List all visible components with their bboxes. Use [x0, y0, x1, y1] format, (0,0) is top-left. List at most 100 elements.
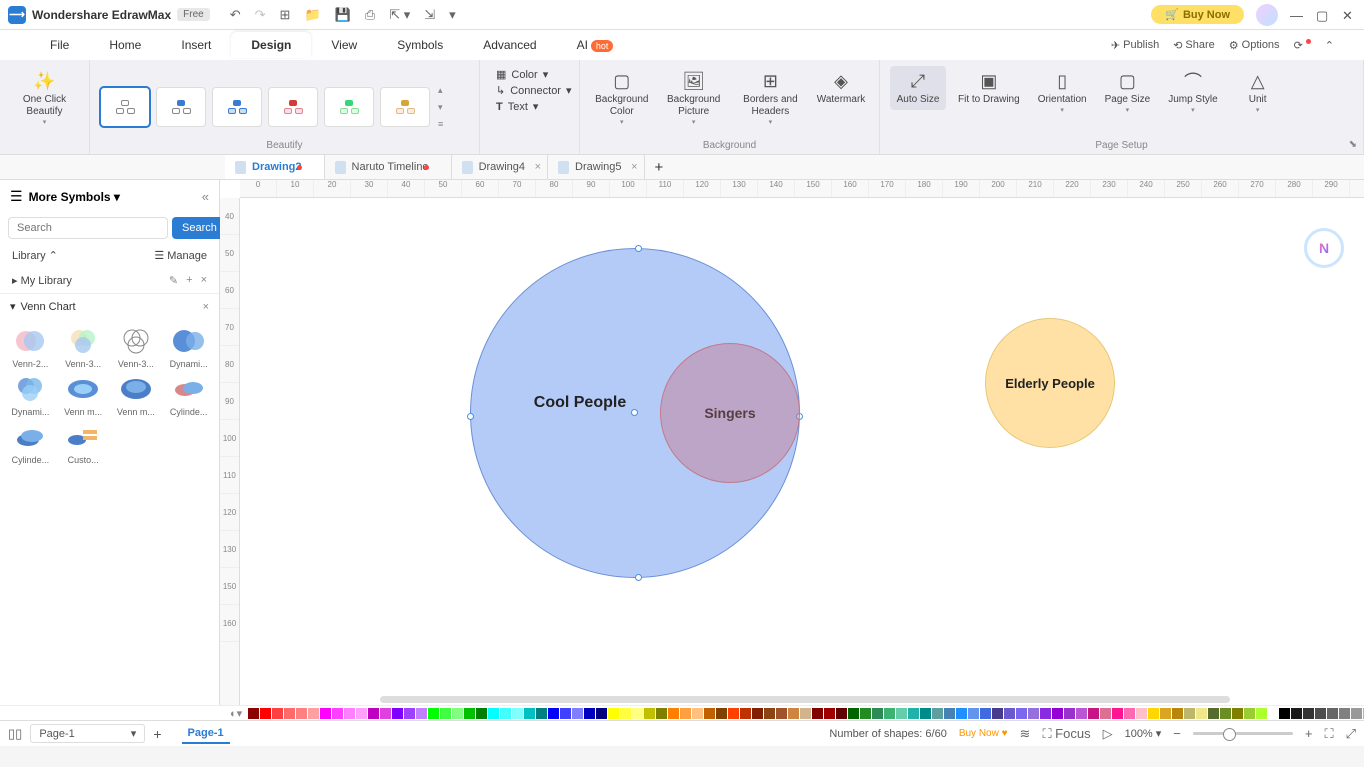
color-swatch[interactable]: [1004, 708, 1015, 719]
theme-up-icon[interactable]: ▴: [436, 83, 445, 98]
color-swatch[interactable]: [380, 708, 391, 719]
menu-ai[interactable]: AIhot: [557, 32, 634, 58]
color-swatch[interactable]: [512, 708, 523, 719]
color-swatch[interactable]: [668, 708, 679, 719]
color-swatch[interactable]: [1148, 708, 1159, 719]
color-swatch[interactable]: [1112, 708, 1123, 719]
theme-more-icon[interactable]: ≡: [436, 117, 445, 131]
collapse-ribbon-icon[interactable]: ⌃: [1325, 39, 1334, 52]
borders-headers-button[interactable]: ⊞Borders and Headers▾: [734, 66, 807, 130]
theme-3[interactable]: [212, 87, 262, 127]
new-icon[interactable]: ⊞: [280, 7, 291, 23]
color-swatch[interactable]: [320, 708, 331, 719]
undo-icon[interactable]: ↶: [230, 7, 241, 23]
page-selector[interactable]: Page-1 ▾: [30, 724, 145, 743]
shape-cylinder1[interactable]: Cylinde...: [164, 373, 213, 417]
tab-drawing2[interactable]: Drawing2: [225, 155, 325, 179]
color-swatch[interactable]: [968, 708, 979, 719]
color-swatch[interactable]: [1100, 708, 1111, 719]
color-swatch[interactable]: [728, 708, 739, 719]
color-swatch[interactable]: [440, 708, 451, 719]
auto-size-button[interactable]: ⤢Auto Size: [890, 66, 946, 110]
color-swatch[interactable]: [1351, 708, 1362, 719]
color-swatch[interactable]: [464, 708, 475, 719]
color-swatch[interactable]: [800, 708, 811, 719]
theme-1[interactable]: [100, 87, 150, 127]
shape-dynamic1[interactable]: Dynami...: [164, 325, 213, 369]
maximize-icon[interactable]: ▢: [1316, 8, 1330, 22]
color-swatch[interactable]: [500, 708, 511, 719]
color-swatch[interactable]: [1160, 708, 1171, 719]
zoom-slider[interactable]: [1193, 732, 1293, 735]
options-button[interactable]: ⚙ Options: [1229, 39, 1280, 52]
theme-6[interactable]: [380, 87, 430, 127]
connector-dropdown[interactable]: ↳ Connector ▾: [496, 84, 563, 97]
color-swatch[interactable]: [1016, 708, 1027, 719]
color-swatch[interactable]: [560, 708, 571, 719]
zoom-in-button[interactable]: +: [1305, 726, 1313, 741]
color-swatch[interactable]: [764, 708, 775, 719]
lib-edit-icon[interactable]: ✎: [169, 274, 178, 287]
color-swatch[interactable]: [1208, 708, 1219, 719]
page-setup-launcher-icon[interactable]: ⬊: [1349, 139, 1357, 150]
user-avatar[interactable]: [1256, 4, 1278, 26]
minimize-icon[interactable]: —: [1290, 8, 1304, 22]
symbol-search-button[interactable]: Search: [172, 217, 227, 239]
add-tab-button[interactable]: +: [645, 159, 674, 176]
color-swatch[interactable]: [824, 708, 835, 719]
pages-icon[interactable]: ▯▯: [8, 726, 22, 742]
theme-5[interactable]: [324, 87, 374, 127]
color-swatch[interactable]: [1256, 708, 1267, 719]
ai-float-button[interactable]: N: [1304, 228, 1344, 268]
color-swatch[interactable]: [284, 708, 295, 719]
library-toggle[interactable]: Library ⌃: [12, 249, 58, 262]
color-swatch[interactable]: [1124, 708, 1135, 719]
add-page-button[interactable]: +: [153, 726, 161, 742]
color-swatch[interactable]: [848, 708, 859, 719]
shape-venn2[interactable]: Venn-2...: [6, 325, 55, 369]
circle-singers[interactable]: Singers: [660, 343, 800, 483]
menu-advanced[interactable]: Advanced: [463, 32, 556, 58]
unit-button[interactable]: △Unit▾: [1230, 66, 1286, 118]
menu-insert[interactable]: Insert: [161, 32, 231, 58]
color-swatch[interactable]: [1040, 708, 1051, 719]
tab-naruto-timeline[interactable]: Naruto Timeline: [325, 155, 452, 179]
orientation-button[interactable]: ▯Orientation▾: [1032, 66, 1093, 118]
shape-vennm2[interactable]: Venn m...: [112, 373, 161, 417]
layers-icon[interactable]: ≋: [1020, 726, 1031, 742]
present-icon[interactable]: ▷: [1103, 726, 1113, 742]
publish-button[interactable]: ✈ Publish: [1111, 39, 1159, 52]
color-swatch[interactable]: [296, 708, 307, 719]
color-swatch[interactable]: [272, 708, 283, 719]
shape-cylinder2[interactable]: Cylinde...: [6, 421, 55, 465]
qat-more-icon[interactable]: ▾: [449, 7, 456, 23]
color-swatch[interactable]: [428, 708, 439, 719]
color-swatch[interactable]: [716, 708, 727, 719]
color-swatch[interactable]: [944, 708, 955, 719]
color-swatch[interactable]: [1303, 708, 1314, 719]
buy-now-button[interactable]: 🛒 Buy Now: [1151, 5, 1244, 24]
color-swatch[interactable]: [392, 708, 403, 719]
color-swatch[interactable]: [620, 708, 631, 719]
tab-drawing5[interactable]: Drawing5×: [548, 155, 644, 179]
color-swatch[interactable]: [1184, 708, 1195, 719]
color-swatch[interactable]: [1244, 708, 1255, 719]
jump-style-button[interactable]: ⌒Jump Style▾: [1162, 66, 1223, 118]
menu-symbols[interactable]: Symbols: [377, 32, 463, 58]
color-swatch[interactable]: [740, 708, 751, 719]
color-swatch[interactable]: [896, 708, 907, 719]
buy-now-link[interactable]: Buy Now ♥: [959, 728, 1008, 739]
lib-remove-icon[interactable]: ×: [201, 274, 207, 287]
open-icon[interactable]: 📁: [304, 7, 320, 23]
shape-dynamic2[interactable]: Dynami...: [6, 373, 55, 417]
collapse-panel-icon[interactable]: «: [202, 189, 209, 204]
drawing-canvas[interactable]: Cool People Singers Elderly People N: [240, 198, 1364, 705]
lib-add-icon[interactable]: +: [186, 274, 192, 287]
tab-drawing4[interactable]: Drawing4×: [452, 155, 548, 179]
my-library-item[interactable]: ▸ My Library: [12, 274, 72, 287]
theme-2[interactable]: [156, 87, 206, 127]
close-icon[interactable]: ✕: [1342, 8, 1356, 22]
color-swatch[interactable]: [752, 708, 763, 719]
color-dropdown[interactable]: ▦ Color ▾: [496, 68, 563, 81]
zoom-level[interactable]: 100% ▾: [1125, 727, 1162, 740]
